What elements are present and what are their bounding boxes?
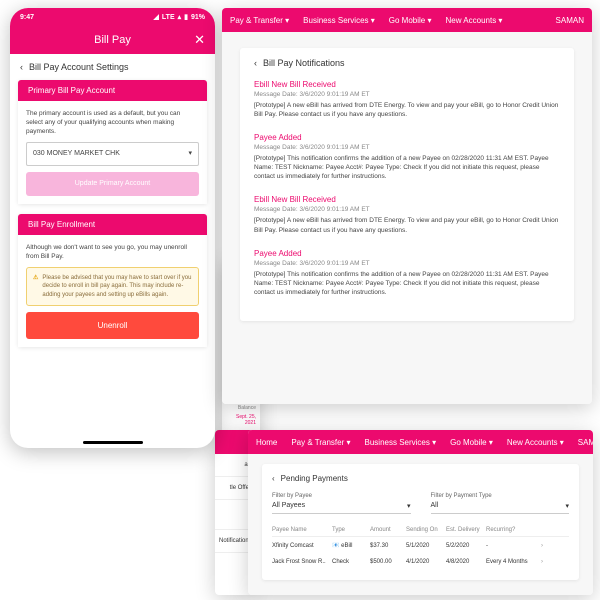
table-row[interactable]: Jack Frost Snow R..Check$500.004/1/20204…	[272, 554, 569, 570]
notif-msg: [Prototype] This notification confirms t…	[254, 154, 560, 181]
table-header: Payee Name Type Amount Sending On Est. D…	[272, 524, 569, 537]
status-bar: 9:47 ◢ LTE ▴ ▮ 91%	[10, 8, 215, 26]
nav-user[interactable]: SAMAN	[556, 16, 584, 25]
top-nav: Home Pay & Transfer ▾ Business Services …	[248, 430, 593, 454]
notifications-title: ‹ Bill Pay Notifications	[254, 58, 560, 68]
notif-item-title: Ebill New Bill Received	[254, 80, 560, 89]
unenroll-button[interactable]: Unenroll	[26, 312, 199, 339]
notifications-panel: Pay & Transfer ▾ Business Services ▾ Go …	[222, 8, 592, 404]
notif-date: Message Date: 3/6/2020 9:01:19 AM ET	[254, 260, 560, 267]
card-header: Primary Bill Pay Account	[18, 80, 207, 101]
update-primary-button[interactable]: Update Primary Account	[26, 172, 199, 196]
nav-accounts[interactable]: New Accounts ▾	[446, 16, 503, 25]
status-time: 9:47	[20, 14, 34, 21]
subheader: ‹ Bill Pay Account Settings	[10, 54, 215, 80]
nav-mobile[interactable]: Go Mobile ▾	[450, 438, 493, 447]
notif-msg: [Prototype] A new eBill has arrived from…	[254, 101, 560, 119]
primary-account-card: Primary Bill Pay Account The primary acc…	[18, 80, 207, 204]
signal-icon: ◢	[154, 13, 159, 21]
nav-business[interactable]: Business Services ▾	[365, 438, 437, 447]
primary-desc: The primary account is used as a default…	[26, 109, 199, 136]
nav-pay-transfer[interactable]: Pay & Transfer ▾	[230, 16, 289, 25]
filter-payee[interactable]: Filter by Payee All Payees▾	[272, 493, 411, 514]
signal-icon: ▴	[178, 13, 182, 21]
phone-frame: 9:47 ◢ LTE ▴ ▮ 91% Bill Pay ✕ ‹ Bill Pay…	[10, 8, 215, 448]
chevron-down-icon: ▾	[407, 502, 411, 510]
notification-item: Ebill New Bill Received Message Date: 3/6…	[254, 195, 560, 234]
nav-mobile[interactable]: Go Mobile ▾	[389, 16, 432, 25]
network-label: LTE	[162, 14, 175, 21]
account-select[interactable]: 030 MONEY MARKET CHK ▾	[26, 142, 199, 166]
warning-alert: ⚠ Please be advised that you may have to…	[26, 267, 199, 306]
pending-panel: Home Pay & Transfer ▾ Business Services …	[248, 430, 593, 595]
battery-icon: ▮	[184, 13, 188, 21]
page-title: Bill Pay	[94, 34, 131, 46]
notif-item-title: Payee Added	[254, 133, 560, 142]
nav-home[interactable]: Home	[256, 438, 277, 447]
close-icon[interactable]: ✕	[194, 32, 205, 48]
chevron-down-icon: ▾	[565, 502, 569, 510]
back-icon[interactable]: ‹	[272, 474, 275, 483]
nav-pay-transfer[interactable]: Pay & Transfer ▾	[291, 438, 350, 447]
warning-icon: ⚠	[33, 274, 38, 299]
nav-accounts[interactable]: New Accounts ▾	[507, 438, 564, 447]
enroll-desc: Although we don't want to see you go, yo…	[26, 243, 199, 261]
home-indicator[interactable]	[83, 441, 143, 444]
notif-item-title: Ebill New Bill Received	[254, 195, 560, 204]
filter-type[interactable]: Filter by Payment Type All▾	[431, 493, 570, 514]
notif-item-title: Payee Added	[254, 249, 560, 258]
notif-date: Message Date: 3/6/2020 9:01:19 AM ET	[254, 144, 560, 151]
subtitle: Bill Pay Account Settings	[29, 62, 129, 72]
card-header: Bill Pay Enrollment	[18, 214, 207, 235]
chevron-down-icon: ▾	[188, 149, 192, 159]
notification-item: Payee Added Message Date: 3/6/2020 9:01:1…	[254, 133, 560, 181]
table-row[interactable]: Xfinity Comcast📧 eBill$37.305/1/20205/2/…	[272, 537, 569, 554]
notif-msg: [Prototype] This notification confirms t…	[254, 270, 560, 297]
back-icon[interactable]: ‹	[254, 58, 257, 68]
notif-date: Message Date: 3/6/2020 9:01:19 AM ET	[254, 91, 560, 98]
enrollment-card: Bill Pay Enrollment Although we don't wa…	[18, 214, 207, 348]
notification-item: Payee Added Message Date: 3/6/2020 9:01:1…	[254, 249, 560, 297]
nav-user[interactable]: SAMANTHA	[578, 438, 593, 447]
notification-item: Ebill New Bill Received Message Date: 3/6…	[254, 80, 560, 119]
pending-title: ‹ Pending Payments	[272, 474, 569, 483]
top-nav: Pay & Transfer ▾ Business Services ▾ Go …	[222, 8, 592, 32]
back-icon[interactable]: ‹	[20, 62, 23, 72]
nav-business[interactable]: Business Services ▾	[303, 16, 375, 25]
title-bar: Bill Pay ✕	[10, 26, 215, 54]
notif-date: Message Date: 3/6/2020 9:01:19 AM ET	[254, 206, 560, 213]
notif-msg: [Prototype] A new eBill has arrived from…	[254, 216, 560, 234]
battery-label: 91%	[191, 14, 205, 21]
